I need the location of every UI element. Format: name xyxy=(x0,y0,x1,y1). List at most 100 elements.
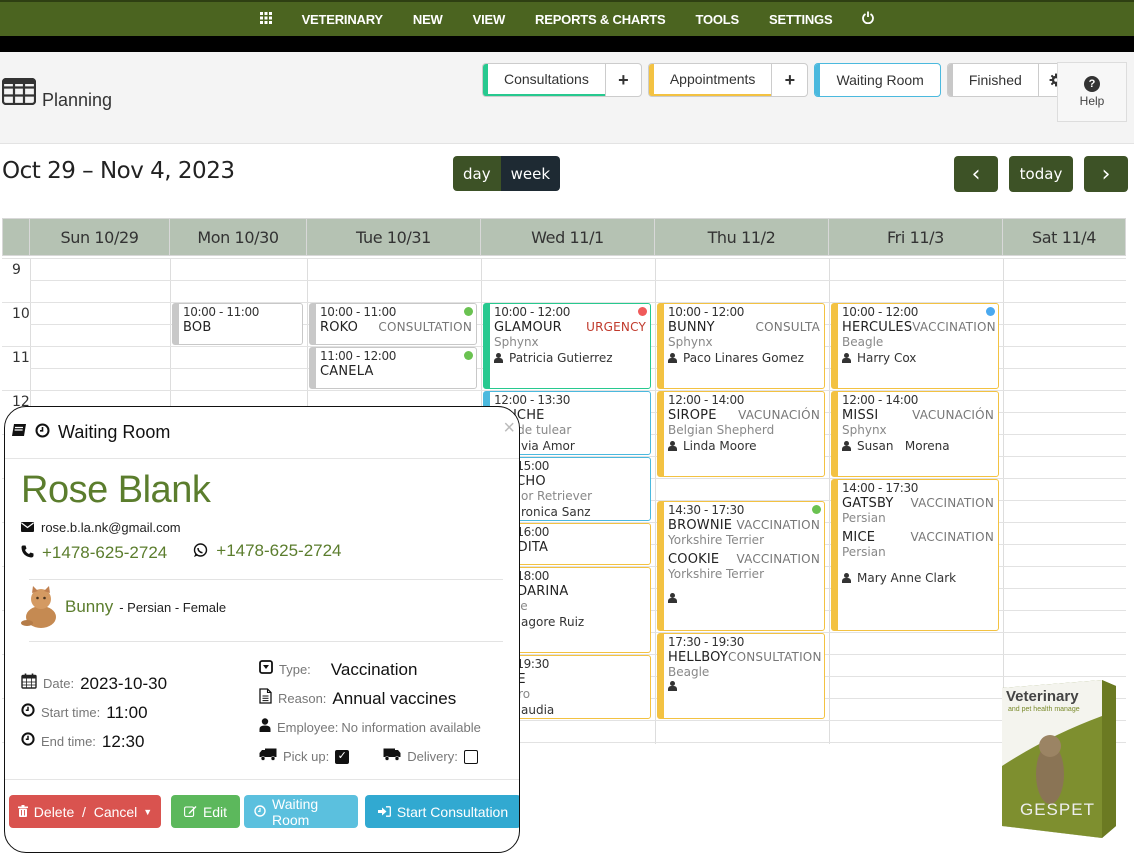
delete-cancel-label: Delete / Cancel xyxy=(33,803,138,820)
appointment-event[interactable]: 10:00 - 11:00 ROKO CONSULTATION xyxy=(309,303,477,345)
close-icon[interactable]: × xyxy=(503,417,515,440)
today-button[interactable]: today xyxy=(1009,156,1073,192)
date-value: 2023-10-30 xyxy=(80,673,168,693)
day-header[interactable]: Sun 10/29 xyxy=(30,219,170,255)
product-title: Veterinary xyxy=(1006,688,1079,705)
event-title-row: BOB xyxy=(183,319,298,335)
event-breed: Persian xyxy=(842,511,886,525)
employee-label: Employee: xyxy=(277,720,339,735)
event-title-row: ROKO CONSULTATION xyxy=(320,319,472,335)
event-title-row: HERCULES VACCINATION xyxy=(842,319,996,335)
page-title: Planning xyxy=(42,90,113,110)
event-type: VACCINATION xyxy=(736,518,820,532)
waiting-room-tab-group: Waiting Room xyxy=(814,63,941,97)
next-week-button[interactable]: › xyxy=(1084,156,1128,192)
page-header: Planning Consultations + Appointments + … xyxy=(0,52,1134,144)
start-consultation-button[interactable]: Start Consultation xyxy=(365,795,519,828)
tab-finished[interactable]: Finished xyxy=(947,64,1038,96)
day-header[interactable]: Thu 11/2 xyxy=(655,219,829,255)
add-consultation-button[interactable]: + xyxy=(604,64,641,96)
appointment-event[interactable]: 11:00 - 12:00 CANELA xyxy=(309,347,477,389)
day-view-button[interactable]: day xyxy=(453,156,501,191)
event-breed: Beagle xyxy=(842,335,884,349)
consultations-tab-group: Consultations + xyxy=(482,63,642,97)
add-appointment-button[interactable]: + xyxy=(771,64,807,96)
event-breed: Sphynx xyxy=(842,423,887,437)
event-owner-name: Harry Cox xyxy=(857,351,917,365)
appointment-event[interactable]: 14:00 - 17:30 GATSBY VACCINATION Persian MIC… xyxy=(831,479,999,631)
appointment-event[interactable]: 10:00 - 12:00 GLAMOUR URGENCY Sphynx Patrici… xyxy=(483,303,651,389)
appointment-event[interactable]: 10:00 - 12:00 HERCULES VACCINATION Beagle Ha… xyxy=(831,303,999,389)
time-slot-line xyxy=(30,280,1126,281)
power-icon[interactable] xyxy=(847,11,889,27)
event-type: VACCINATION xyxy=(910,530,994,544)
nav-reports-charts[interactable]: REPORTS & CHARTS xyxy=(520,12,680,27)
status-dot xyxy=(638,307,647,316)
hour-label: 9 xyxy=(12,262,21,278)
nav-tools[interactable]: TOOLS xyxy=(680,12,754,27)
status-dot xyxy=(464,351,473,360)
time-gutter-header xyxy=(3,219,30,255)
event-pet-name: HELLBOY xyxy=(668,650,729,665)
tab-appointments[interactable]: Appointments xyxy=(648,64,772,96)
caret-down-icon: ▼ xyxy=(143,806,153,817)
client-name[interactable]: Rose Blank xyxy=(21,469,211,512)
nav-new[interactable]: NEW xyxy=(398,12,458,27)
event-pet-name: BOB xyxy=(183,320,212,335)
product-subtitle: and pet health manage xyxy=(1008,706,1080,713)
calendar-header: Sun 10/29 Mon 10/30 Tue 10/31 Wed 11/1 T… xyxy=(2,218,1126,256)
day-header[interactable]: Wed 11/1 xyxy=(481,219,655,255)
truck-delivery-icon xyxy=(383,748,401,766)
nav-settings[interactable]: SETTINGS xyxy=(754,12,847,27)
delivery-checkbox[interactable] xyxy=(463,749,478,764)
event-time: 10:00 - 12:00 xyxy=(842,305,918,319)
pickup-checkbox[interactable]: ✓ xyxy=(335,749,350,764)
day-header[interactable]: Mon 10/30 xyxy=(170,219,307,255)
top-navigation: VETERINARY NEW VIEW REPORTS & CHARTS TOO… xyxy=(0,0,1134,36)
event-title-row: MICE VACCINATION xyxy=(842,529,994,545)
nav-view[interactable]: VIEW xyxy=(458,12,520,27)
event-time: 12:00 - 14:00 xyxy=(842,393,918,407)
week-view-button[interactable]: week xyxy=(500,156,561,191)
event-time: 14:00 - 17:30 xyxy=(842,481,918,495)
hour-label: 10 xyxy=(12,306,30,322)
edit-button[interactable]: Edit xyxy=(171,795,240,828)
day-column-divider xyxy=(1003,258,1004,744)
appointment-event[interactable]: 10:00 - 11:00 BOB xyxy=(172,303,303,345)
event-owner-name: Paco Linares Gomez xyxy=(683,351,804,365)
day-header[interactable]: Sat 11/4 xyxy=(1003,219,1125,255)
prev-week-button[interactable]: ‹ xyxy=(954,156,998,192)
clock-icon xyxy=(35,423,50,443)
appointment-event[interactable]: 12:00 - 14:00 MISSI VACUNACIÓN Sphynx Susan … xyxy=(831,391,999,477)
phone-icon xyxy=(21,543,34,563)
edit-icon xyxy=(183,804,197,820)
tab-consultations[interactable]: Consultations xyxy=(483,64,605,96)
appointment-event[interactable]: 17:30 - 19:30 HELLBOY CONSULTATION Beagle xyxy=(657,633,825,719)
clock-icon xyxy=(21,732,35,751)
day-header[interactable]: Fri 11/3 xyxy=(829,219,1003,255)
nav-veterinary[interactable]: VETERINARY xyxy=(287,12,398,27)
user-icon xyxy=(668,353,677,363)
help-button[interactable]: ? Help xyxy=(1057,62,1127,122)
event-owner: Linda Moore xyxy=(668,439,820,453)
event-title-row: MISSI VACUNACIÓN xyxy=(842,407,994,423)
day-header[interactable]: Tue 10/31 xyxy=(307,219,481,255)
status-dot xyxy=(464,307,473,316)
tab-waiting-room[interactable]: Waiting Room xyxy=(815,64,939,96)
delete-cancel-button[interactable]: Delete / Cancel ▼ xyxy=(9,795,161,828)
event-time: 14:30 - 17:30 xyxy=(668,503,744,517)
pet-name[interactable]: Bunny xyxy=(65,597,113,617)
appointment-event[interactable]: 12:00 - 14:00 SIROPE VACUNACIÓN Belgian She… xyxy=(657,391,825,477)
apps-grid-icon[interactable] xyxy=(245,11,287,27)
envelope-icon xyxy=(21,520,34,535)
client-email[interactable]: rose.b.la.nk@gmail.com xyxy=(41,520,181,535)
client-whatsapp[interactable]: +1478-625-2724 xyxy=(216,541,341,561)
appointment-event[interactable]: 10:00 - 12:00 BUNNY CONSULTA Sphynx Paco Lin… xyxy=(657,303,825,389)
table-grid-icon xyxy=(1,77,37,110)
edit-label: Edit xyxy=(202,803,228,820)
appointment-event[interactable]: 14:30 - 17:30 BROWNIE VACCINATION Yorkshire… xyxy=(657,501,825,631)
client-phone[interactable]: +1478-625-2724 xyxy=(42,543,167,563)
event-breed: Yorkshire Terrier xyxy=(668,533,764,547)
waiting-room-button[interactable]: Waiting Room xyxy=(244,795,358,828)
user-icon xyxy=(842,441,851,451)
